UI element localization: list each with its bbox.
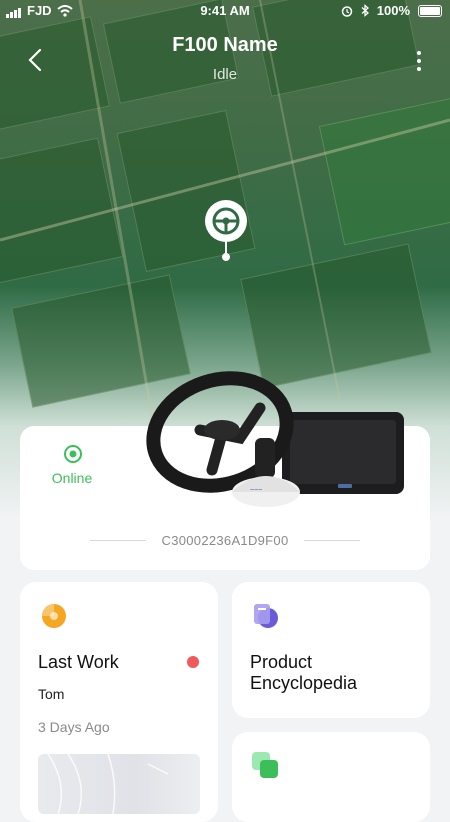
online-icon [64,445,82,463]
last-work-user: Tom [38,686,65,702]
battery-percent: 100% [376,3,410,18]
last-work-time: 3 Days Ago [38,719,110,735]
page-title: F100 Name [172,34,278,56]
bluetooth-icon [361,4,369,17]
divider [304,540,361,541]
last-work-map-preview[interactable] [38,754,200,814]
tile-icon [252,752,278,778]
device-image: ~~~ [146,371,404,507]
last-work-title: Last Work [38,652,119,672]
more-icon[interactable] [414,50,424,72]
steering-pin-icon[interactable] [203,200,249,262]
alarm-icon [341,5,352,17]
status-bar: FJD 9:41 AM 100% [0,0,450,22]
encyclopedia-title: Product Encyclopedia [250,652,358,693]
alert-dot [187,656,199,668]
serial-row: C30002236A1D9F00 [90,533,361,548]
nav-bar: F100 Name Idle [0,28,450,88]
encyclopedia-icon [254,604,278,628]
online-status: Online [51,470,93,486]
battery-icon [418,4,442,17]
divider [90,540,146,541]
svg-text:~~~: ~~~ [250,487,262,494]
device-state: Idle [212,66,238,83]
serial-number: C30002236A1D9F00 [161,533,289,548]
last-work-icon [42,604,66,628]
